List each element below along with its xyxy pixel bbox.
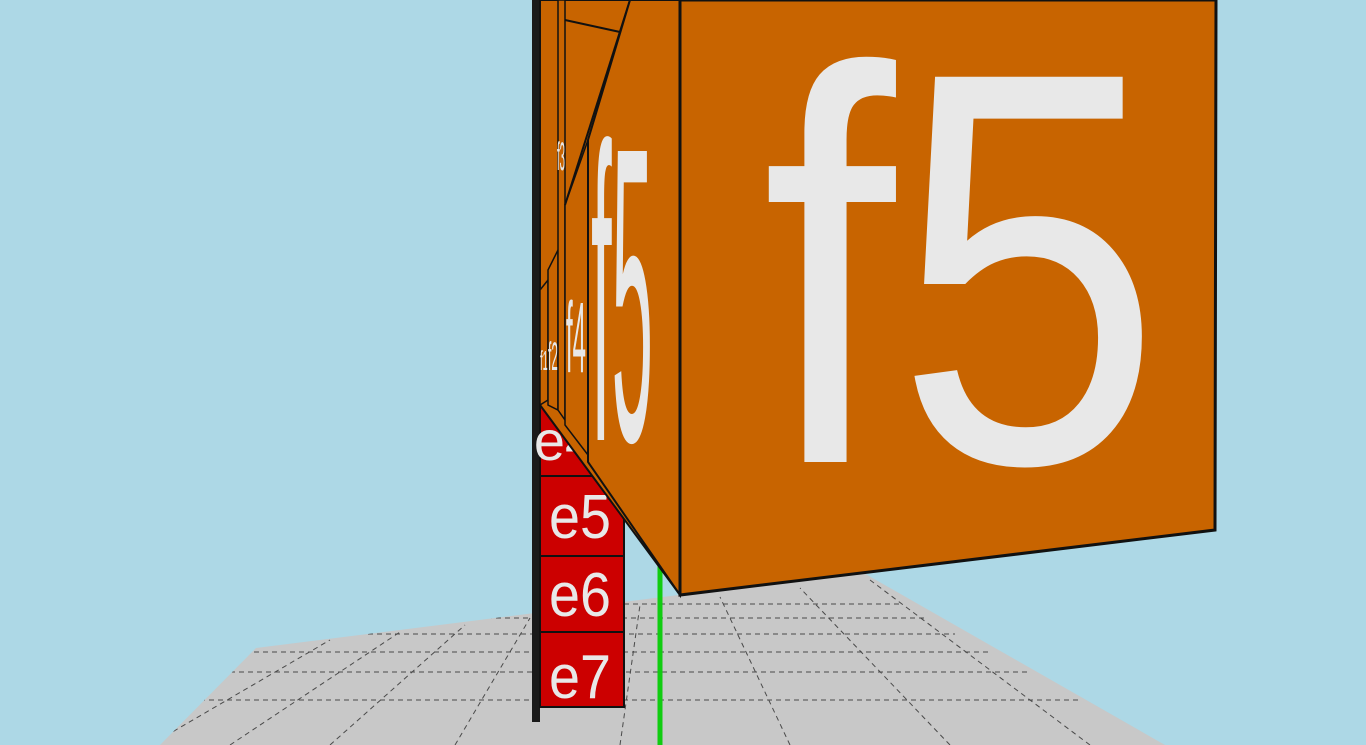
- cube-f3-label: f3: [557, 135, 565, 179]
- cube-f2-label: f2: [548, 335, 558, 379]
- cube-f1-label: f1: [540, 345, 548, 376]
- cube-f5-side-label: f5: [591, 61, 653, 530]
- cube-f3-face: [557, 0, 566, 423]
- cube-f5[interactable]: f5: [678, 0, 1218, 597]
- cube-f4-label: f4: [566, 282, 586, 394]
- cube-e6[interactable]: e6: [539, 555, 625, 633]
- f-cube-column: f1 f2 f3 f4 f5 f5: [539, 0, 1218, 599]
- 3d-viewport[interactable]: e5 e6 e7 e4 f1 f2: [0, 0, 1366, 745]
- cube-f1-face: [539, 277, 549, 407]
- cube-f5-label: f5: [762, 0, 1162, 581]
- cube-f5-side[interactable]: f5: [587, 0, 681, 599]
- floor-grid: [160, 572, 1165, 745]
- cube-f3[interactable]: f3: [557, 0, 566, 423]
- cube-e7-label: e7: [549, 643, 611, 712]
- cube-f1[interactable]: f1: [539, 277, 549, 407]
- cube-e7[interactable]: e7: [539, 631, 625, 712]
- e-column-dark-edge: [532, 0, 540, 722]
- cube-f2[interactable]: f2: [547, 249, 559, 412]
- cube-f2-face: [547, 249, 559, 412]
- cube-e6-label: e6: [549, 561, 611, 630]
